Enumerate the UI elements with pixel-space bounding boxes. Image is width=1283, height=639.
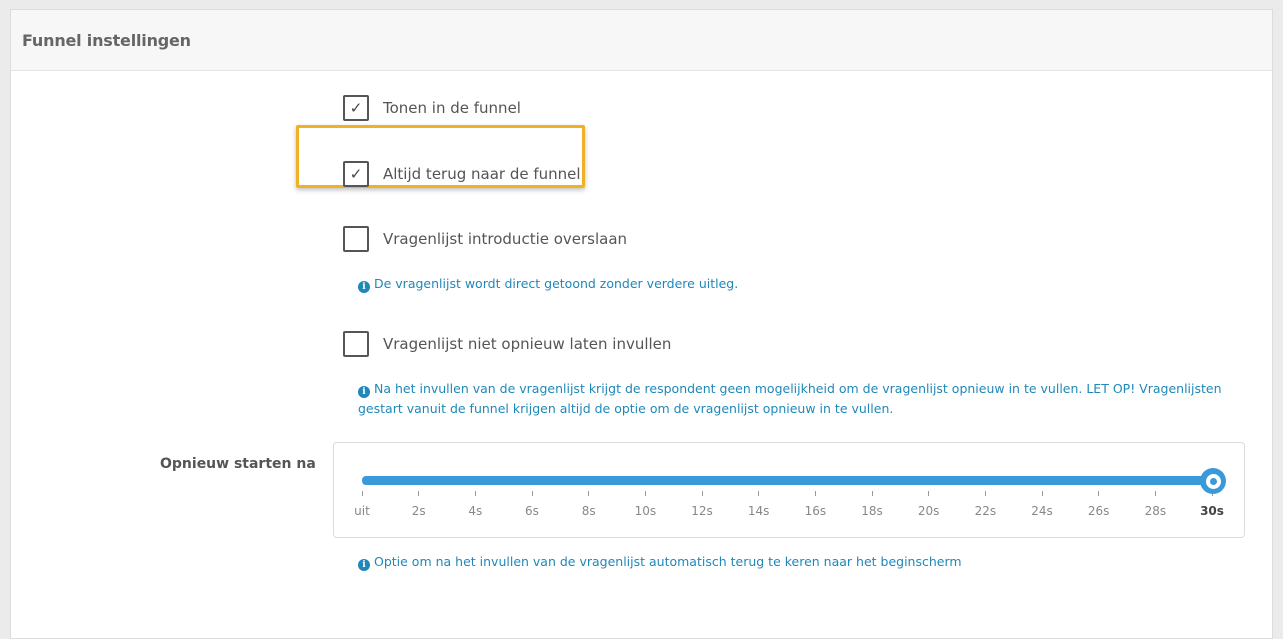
tick-mark: [361, 491, 363, 496]
info-restart: i Optie om na het invullen van de vragenl…: [358, 552, 962, 572]
tick-label: 4s: [468, 504, 483, 518]
option-show-in-funnel[interactable]: ✓ Tonen in de funnel: [343, 95, 521, 121]
tick-mark: [871, 491, 873, 496]
slider-tick[interactable]: 20s: [909, 491, 949, 519]
tick-label: 18s: [861, 504, 883, 518]
slider-tick[interactable]: 10s: [625, 491, 665, 519]
tick-label: 10s: [634, 504, 657, 518]
slider-ticks: uit 2s 4s 6s 8s 10s 12s 14s 16s 18s 20s 22s 24s 26s 28…: [334, 443, 1244, 537]
slider-tick[interactable]: 12s: [682, 491, 722, 519]
option-label: Tonen in de funnel: [383, 99, 521, 117]
slider-tick[interactable]: uit: [342, 491, 382, 519]
checkmark-icon: ✓: [349, 164, 363, 183]
restart-slider[interactable]: uit 2s 4s 6s 8s 10s 12s 14s 16s 18s 20s 22s 24s 26s 28…: [333, 442, 1245, 538]
tick-mark: [758, 491, 760, 496]
tick-label: 12s: [691, 504, 713, 518]
checkbox-always-back-to-funnel[interactable]: ✓: [343, 161, 369, 187]
tick-mark: [1041, 491, 1043, 496]
info-text-line-2: gestart vanuit de funnel krijgen altijd …: [358, 401, 894, 416]
tick-label: uit: [354, 504, 370, 518]
tick-label: 26s: [1087, 504, 1110, 518]
tick-mark: [1154, 491, 1156, 496]
checkmark-icon: ✓: [349, 98, 363, 117]
tick-label: 2s: [411, 504, 426, 518]
info-text: Optie om na het invullen van de vragenli…: [374, 554, 962, 569]
panel-header: Funnel instellingen: [11, 10, 1272, 71]
tick-mark: [418, 491, 420, 496]
option-label: Altijd terug naar de funnel: [383, 165, 581, 183]
tick-label: 22s: [974, 504, 997, 518]
option-label: Vragenlijst niet opnieuw laten invullen: [383, 335, 672, 353]
info-skip-intro: i De vragenlijst wordt direct getoond zon…: [358, 274, 738, 294]
slider-tick[interactable]: 22s: [965, 491, 1005, 519]
slider-tick[interactable]: 6s: [512, 491, 552, 519]
slider-tick[interactable]: 18s: [852, 491, 892, 519]
option-always-back-to-funnel[interactable]: ✓ Altijd terug naar de funnel: [343, 161, 581, 187]
info-text-line-1: Na het invullen van de vragenlijst krijg…: [374, 381, 1222, 396]
panel-title: Funnel instellingen: [22, 30, 191, 50]
slider-tick[interactable]: 2s: [399, 491, 439, 519]
tick-label: 6s: [525, 504, 539, 518]
slider-tick[interactable]: 16s: [795, 491, 835, 519]
tick-mark: [984, 491, 986, 496]
tick-label: 28s: [1144, 504, 1167, 518]
slider-tick[interactable]: 4s: [455, 491, 495, 519]
option-no-refill[interactable]: Vragenlijst niet opnieuw laten invullen: [343, 331, 671, 357]
tick-label: 20s: [917, 504, 940, 518]
restart-label: Opnieuw starten na: [160, 456, 316, 472]
slider-tick[interactable]: 14s: [739, 491, 779, 519]
slider-tick[interactable]: 24s: [1022, 491, 1062, 519]
tick-label: 8s: [581, 504, 596, 518]
checkbox-no-refill[interactable]: [343, 331, 369, 357]
tick-mark: [531, 491, 533, 496]
tick-mark: [701, 491, 703, 496]
tick-label: 24s: [1031, 504, 1053, 518]
checkbox-show-in-funnel[interactable]: ✓: [343, 95, 369, 121]
info-no-refill: i Na het invullen van de vragenlijst krij…: [358, 379, 1238, 419]
tick-mark: [1098, 491, 1100, 496]
tick-mark: [588, 491, 590, 496]
tick-mark: [474, 491, 476, 496]
funnel-settings-panel: Funnel instellingen: [10, 9, 1273, 639]
slider-tick[interactable]: 26s: [1079, 491, 1119, 519]
tick-mark: [644, 491, 646, 496]
tick-mark: [814, 491, 816, 496]
slider-tick[interactable]: 30s: [1192, 491, 1232, 519]
info-icon: i: [358, 559, 370, 571]
info-icon: i: [358, 386, 370, 398]
tick-label: 30s: [1200, 504, 1224, 518]
tick-label: 14s: [747, 504, 770, 518]
info-text: De vragenlijst wordt direct getoond zond…: [374, 276, 739, 291]
option-label: Vragenlijst introductie overslaan: [383, 230, 628, 248]
checkbox-skip-intro[interactable]: [343, 226, 369, 252]
info-icon: i: [358, 281, 370, 293]
tick-mark: [928, 491, 930, 496]
tick-label: 16s: [804, 504, 827, 518]
slider-handle[interactable]: [1200, 468, 1226, 494]
slider-tick[interactable]: 8s: [569, 491, 609, 519]
option-skip-intro[interactable]: Vragenlijst introductie overslaan: [343, 226, 627, 252]
slider-tick[interactable]: 28s: [1135, 491, 1175, 519]
